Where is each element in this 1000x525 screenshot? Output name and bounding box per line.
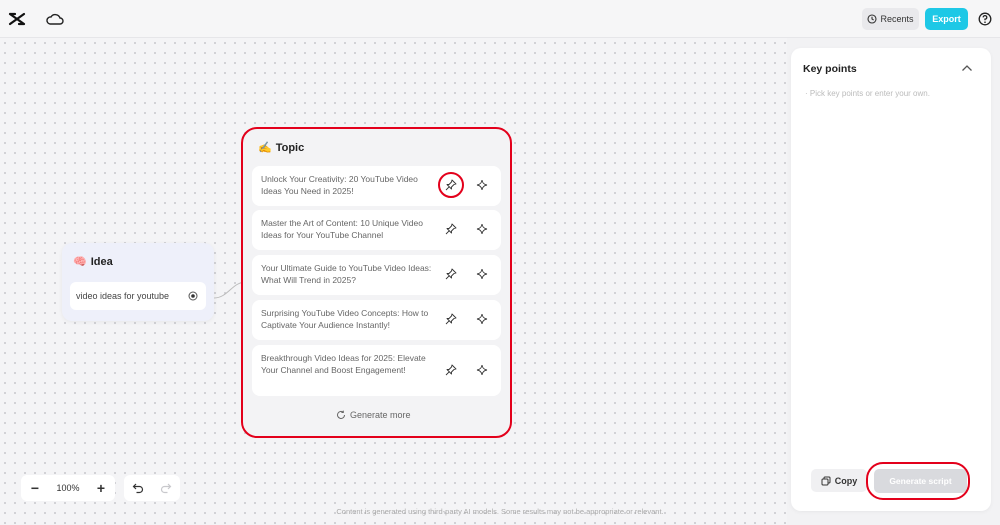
idea-node[interactable]: 🧠 Idea video ideas for youtube	[62, 243, 214, 321]
brain-icon: 🧠	[73, 256, 87, 268]
writing-hand-icon: ✍️	[258, 142, 272, 154]
pin-icon[interactable]	[445, 313, 457, 325]
panel-title: Key points	[803, 63, 857, 75]
topic-item[interactable]: Your Ultimate Guide to YouTube Video Ide…	[252, 255, 501, 295]
copy-label: Copy	[834, 475, 858, 486]
zoom-control: − 100% +	[21, 475, 115, 501]
export-button[interactable]: Export	[925, 8, 968, 30]
undo-icon[interactable]	[132, 482, 144, 494]
topic-item[interactable]: Breakthrough Video Ideas for 2025: Eleva…	[252, 345, 501, 396]
topic-node[interactable]: ✍️ Topic Unlock Your Creativity: 20 YouT…	[241, 127, 512, 438]
ai-disclaimer: Content is generated using third-party A…	[336, 507, 664, 516]
logo-icon[interactable]	[8, 10, 26, 28]
topic-title: ✍️ Topic	[258, 141, 305, 155]
key-points-input[interactable]: · Pick key points or enter your own.	[805, 89, 930, 98]
pin-icon[interactable]	[445, 223, 457, 235]
sparkle-icon[interactable]	[476, 313, 488, 325]
topic-item[interactable]: Surprising YouTube Video Concepts: How t…	[252, 300, 501, 340]
key-points-panel: Key points · Pick key points or enter yo…	[791, 48, 991, 511]
copy-icon	[821, 476, 831, 485]
generate-more-button[interactable]: Generate more	[336, 410, 411, 420]
chevron-up-icon[interactable]	[961, 63, 973, 73]
topic-item-text: Your Ultimate Guide to YouTube Video Ide…	[261, 263, 432, 285]
idea-input-value: video ideas for youtube	[76, 291, 170, 301]
refresh-icon	[337, 410, 345, 419]
pin-icon[interactable]	[445, 268, 457, 280]
sparkle-icon[interactable]	[476, 223, 488, 235]
sparkle-icon[interactable]	[476, 179, 488, 191]
zoom-in-button[interactable]: +	[95, 480, 107, 496]
sparkle-icon[interactable]	[476, 364, 488, 376]
history-control	[124, 475, 180, 501]
generate-script-highlight	[866, 462, 970, 500]
zoom-out-button[interactable]: −	[29, 480, 41, 496]
idea-title-text: Idea	[90, 255, 113, 268]
top-bar: Recents Export	[0, 0, 1000, 38]
generate-more-label: Generate more	[350, 410, 411, 420]
zoom-level: 100%	[56, 483, 80, 493]
cloud-icon[interactable]	[46, 11, 64, 27]
recents-label: Recents	[880, 14, 914, 24]
pin-icon[interactable]	[445, 179, 457, 191]
recents-button[interactable]: Recents	[862, 8, 919, 30]
topic-item-text: Surprising YouTube Video Concepts: How t…	[261, 308, 429, 330]
idea-input[interactable]: video ideas for youtube	[70, 282, 206, 310]
copy-button[interactable]: Copy	[811, 469, 867, 492]
topic-item-text: Master the Art of Content: 10 Unique Vid…	[261, 218, 423, 240]
redo-icon[interactable]	[160, 482, 172, 494]
topic-title-text: Topic	[275, 141, 305, 154]
topic-item[interactable]: Master the Art of Content: 10 Unique Vid…	[252, 210, 501, 250]
help-icon[interactable]	[978, 12, 992, 26]
pin-icon[interactable]	[445, 364, 457, 376]
target-icon[interactable]	[188, 291, 198, 301]
topic-item-text: Unlock Your Creativity: 20 YouTube Video…	[261, 174, 418, 196]
topic-item-text: Breakthrough Video Ideas for 2025: Eleva…	[261, 353, 426, 375]
idea-title: 🧠 Idea	[73, 255, 113, 269]
clock-icon	[867, 14, 878, 24]
topic-item[interactable]: Unlock Your Creativity: 20 YouTube Video…	[252, 166, 501, 206]
sparkle-icon[interactable]	[476, 268, 488, 280]
